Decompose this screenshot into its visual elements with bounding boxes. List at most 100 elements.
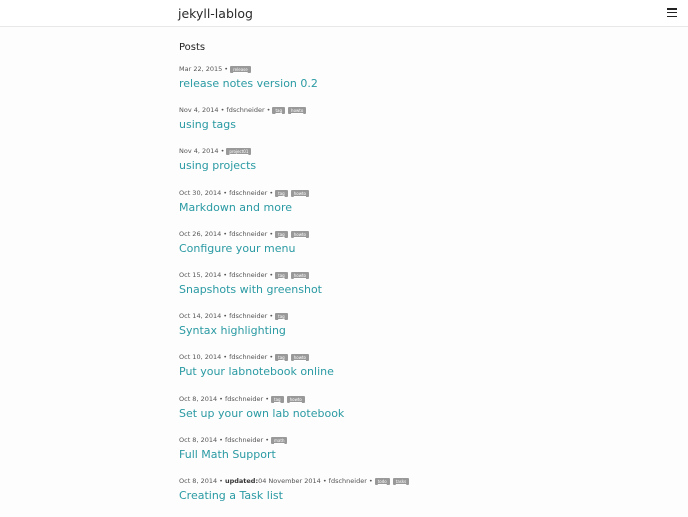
meta-separator: •: [223, 353, 228, 362]
meta-separator: •: [266, 106, 271, 115]
post-item: Oct 8, 2014 • updated: 04 November 2014 • fd…: [179, 476, 639, 517]
site-header: jekyll-lablog: [0, 0, 688, 27]
post-meta: Oct 8, 2014 • fdschneider • math: [179, 435, 639, 446]
post-date: Oct 8, 2014: [179, 435, 218, 444]
post-author: fdschneider: [226, 106, 265, 115]
post-title-link[interactable]: using tags: [179, 117, 639, 133]
meta-separator: •: [265, 435, 270, 444]
post-meta: Oct 8, 2014 • fdschneider • tag howto: [179, 394, 639, 405]
post-item: Nov 4, 2014 • fdschneider • tag howto using ta…: [179, 105, 639, 146]
tag-badge[interactable]: tag: [275, 313, 288, 321]
post-title-link[interactable]: Markdown and more: [179, 200, 639, 216]
meta-separator: •: [269, 270, 274, 279]
post-title-link[interactable]: Set up your own lab notebook: [179, 406, 639, 422]
menu-line: [667, 8, 677, 10]
post-meta: Oct 8, 2014 • updated: 04 November 2014 • fd…: [179, 476, 639, 487]
post-meta: Oct 10, 2014 • fdschneider • tag howto: [179, 352, 639, 363]
tag-badge[interactable]: math: [271, 436, 288, 444]
meta-separator: •: [219, 435, 223, 444]
menu-line: [667, 15, 677, 18]
post-title-link[interactable]: Put your labnotebook online: [179, 364, 639, 380]
main-content: Posts Mar 22, 2015 • release release notes …: [179, 42, 639, 517]
post-author: fdschneider: [229, 270, 268, 279]
post-item: Oct 26, 2014 • fdschneider • tag howto Configu…: [179, 229, 639, 270]
tag-badge[interactable]: release: [230, 66, 251, 73]
tag-badge[interactable]: project01: [226, 148, 252, 156]
post-date: Oct 26, 2014: [179, 229, 222, 238]
post-title-link[interactable]: Full Math Support: [179, 447, 639, 463]
tag-badge[interactable]: howto: [290, 189, 309, 197]
meta-separator: •: [269, 188, 274, 197]
post-date: Oct 8, 2014: [179, 394, 218, 403]
tag-badge[interactable]: howto: [290, 230, 309, 238]
post-author: fdschneider: [224, 435, 264, 444]
tag-badge[interactable]: tag: [275, 354, 288, 362]
post-title-link[interactable]: Syntax highlighting: [179, 323, 639, 339]
page-heading: Posts: [179, 42, 206, 53]
post-meta: Mar 22, 2015 • release: [179, 64, 639, 75]
tag-badge[interactable]: howto: [290, 271, 309, 279]
post-title-link[interactable]: Snapshots with greenshot: [179, 282, 639, 298]
post-date: Oct 30, 2014: [179, 188, 222, 197]
post-author: fdschneider: [229, 312, 268, 321]
post-date: Mar 22, 2015: [179, 65, 223, 73]
meta-separator: •: [269, 312, 274, 321]
post-title-link[interactable]: Creating a Task list: [179, 488, 639, 504]
meta-separator: •: [219, 394, 223, 403]
meta-separator: •: [269, 353, 274, 362]
post-author: fdschneider: [229, 353, 268, 362]
post-updated-date: 04 November 2014: [258, 476, 321, 485]
tag-badge[interactable]: howto: [290, 354, 309, 362]
post-list: Mar 22, 2015 • release release notes versio…: [179, 64, 639, 517]
post-meta: Oct 14, 2014 • fdschneider • tag: [179, 311, 639, 322]
post-item: Nov 4, 2014 • project01 using projects: [179, 146, 639, 187]
meta-separator: •: [223, 229, 228, 238]
post-date: Nov 4, 2014: [179, 147, 219, 156]
tag-badge[interactable]: tag: [271, 395, 284, 403]
tag-badge[interactable]: todo: [374, 477, 390, 485]
tag-badge[interactable]: tag: [275, 189, 288, 197]
tag-badge[interactable]: howto: [288, 107, 307, 115]
post-author: fdschneider: [229, 229, 268, 238]
meta-separator: •: [224, 65, 229, 73]
meta-separator: •: [269, 229, 274, 238]
site-title-link[interactable]: jekyll-lablog: [178, 6, 253, 21]
post-meta: Oct 15, 2014 • fdschneider • tag howto: [179, 270, 639, 281]
post-meta: Oct 30, 2014 • fdschneider • tag howto: [179, 188, 639, 199]
post-date: Oct 10, 2014: [179, 353, 222, 362]
meta-separator: •: [223, 312, 228, 321]
meta-separator: •: [223, 270, 228, 279]
meta-separator: •: [322, 476, 327, 485]
post-date: Nov 4, 2014: [179, 106, 219, 115]
tag-badge[interactable]: howto: [286, 395, 305, 403]
post-author: fdschneider: [229, 188, 268, 197]
post-updated-label: updated:: [224, 476, 259, 485]
tag-badge[interactable]: tag: [272, 107, 286, 115]
meta-separator: •: [368, 476, 373, 485]
meta-separator: •: [220, 147, 225, 156]
tag-badge[interactable]: tag: [275, 271, 288, 279]
post-date: Oct 14, 2014: [179, 312, 222, 321]
post-date: Oct 8, 2014: [179, 476, 218, 485]
post-meta: Nov 4, 2014 • fdschneider • tag howto: [179, 105, 639, 116]
tag-badge[interactable]: tag: [275, 230, 288, 238]
post-item: Oct 15, 2014 • fdschneider • tag howto Snapsho…: [179, 270, 639, 311]
post-meta: Nov 4, 2014 • project01: [179, 146, 639, 157]
post-item: Oct 30, 2014 • fdschneider • tag howto Markdow…: [179, 188, 639, 229]
meta-separator: •: [220, 106, 225, 115]
post-author: fdschneider: [224, 394, 264, 403]
meta-separator: •: [265, 394, 270, 403]
menu-line: [667, 11, 677, 14]
post-author: fdschneider: [328, 476, 367, 485]
post-item: Oct 8, 2014 • fdschneider • math Full Math Su…: [179, 435, 639, 476]
post-item: Mar 22, 2015 • release release notes versio…: [179, 64, 639, 105]
post-title-link[interactable]: release notes version 0.2: [179, 76, 639, 92]
meta-separator: •: [219, 476, 223, 485]
post-item: Oct 8, 2014 • fdschneider • tag howto Set up y…: [179, 394, 639, 435]
tag-badge[interactable]: tasks: [392, 477, 410, 485]
post-meta: Oct 26, 2014 • fdschneider • tag howto: [179, 229, 639, 240]
post-date: Oct 15, 2014: [179, 270, 222, 279]
post-title-link[interactable]: Configure your menu: [179, 241, 639, 257]
hamburger-icon[interactable]: [667, 8, 677, 18]
post-title-link[interactable]: using projects: [179, 158, 639, 174]
